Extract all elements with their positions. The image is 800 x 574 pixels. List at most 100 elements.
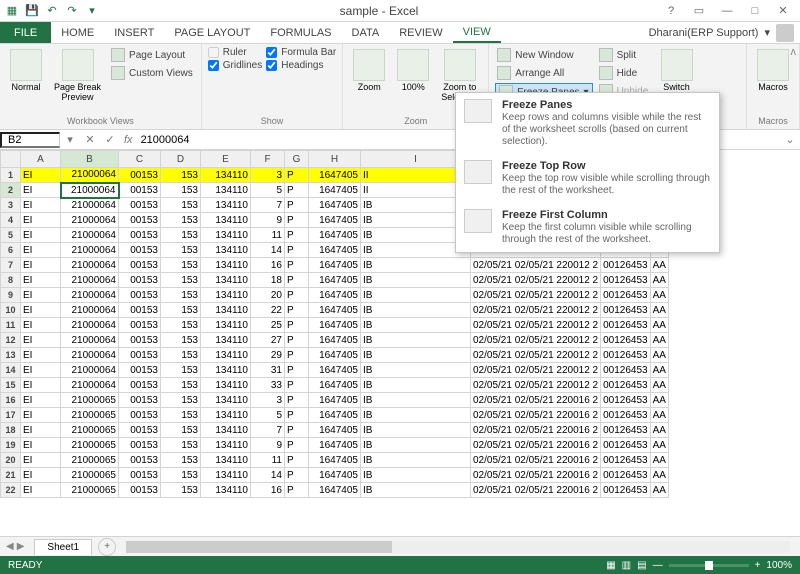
cell[interactable]: 02/05/21 02/05/21 220016 2 (471, 423, 601, 438)
cell[interactable]: 7 (251, 198, 285, 213)
arrange-all-button[interactable]: Arrange All (495, 65, 592, 81)
cell[interactable]: 153 (161, 348, 201, 363)
cell[interactable]: 21000065 (61, 483, 119, 498)
cell[interactable]: P (285, 288, 309, 303)
cell[interactable]: P (285, 348, 309, 363)
cell[interactable]: 153 (161, 423, 201, 438)
cell[interactable]: 153 (161, 393, 201, 408)
cell[interactable]: EI (21, 168, 61, 183)
cell[interactable]: AA (650, 438, 668, 453)
cell[interactable]: EI (21, 378, 61, 393)
cell[interactable]: 00153 (119, 318, 161, 333)
maximize-icon[interactable]: □ (742, 2, 768, 20)
cell[interactable]: 153 (161, 183, 201, 198)
new-window-button[interactable]: New Window (495, 47, 592, 63)
user-area[interactable]: Dharani(ERP Support) ▾ (649, 24, 800, 42)
freeze-first-column-item[interactable]: Freeze First ColumnKeep the first column… (456, 203, 719, 252)
cancel-icon[interactable]: ✕ (80, 133, 100, 146)
add-sheet-button[interactable]: + (98, 538, 116, 556)
cell[interactable]: EI (21, 258, 61, 273)
cell[interactable]: 134110 (201, 258, 251, 273)
cell[interactable]: 21000064 (61, 273, 119, 288)
cell[interactable]: 02/05/21 02/05/21 220012 2 (471, 273, 601, 288)
cell[interactable]: 14 (251, 243, 285, 258)
sheet-nav[interactable]: ◀▶ (0, 541, 30, 552)
row-header[interactable]: 3 (1, 198, 21, 213)
cell[interactable]: 02/05/21 02/05/21 220012 2 (471, 333, 601, 348)
cell[interactable]: 134110 (201, 483, 251, 498)
cell[interactable]: 153 (161, 453, 201, 468)
cell[interactable]: 21000065 (61, 453, 119, 468)
row-header[interactable]: 17 (1, 408, 21, 423)
cell[interactable]: IB (361, 228, 471, 243)
view-normal-icon[interactable]: ▦ (606, 560, 615, 571)
cell[interactable]: 1647405 (309, 363, 361, 378)
row-header[interactable]: 12 (1, 333, 21, 348)
cell[interactable]: 153 (161, 198, 201, 213)
cell[interactable]: IB (361, 243, 471, 258)
col-header[interactable]: A (21, 151, 61, 168)
row-header[interactable]: 2 (1, 183, 21, 198)
cell[interactable]: 134110 (201, 453, 251, 468)
cell[interactable]: 1647405 (309, 318, 361, 333)
cell[interactable]: 00153 (119, 438, 161, 453)
cell[interactable]: 00153 (119, 333, 161, 348)
cell[interactable]: EI (21, 348, 61, 363)
cell[interactable]: 02/05/21 02/05/21 220012 2 (471, 318, 601, 333)
close-icon[interactable]: ✕ (770, 2, 796, 20)
cell[interactable]: 1647405 (309, 438, 361, 453)
cell[interactable]: IB (361, 333, 471, 348)
cell[interactable]: 1647405 (309, 183, 361, 198)
cell[interactable]: IB (361, 393, 471, 408)
cell[interactable]: 18 (251, 273, 285, 288)
cell[interactable]: 1647405 (309, 228, 361, 243)
cell[interactable]: 1647405 (309, 273, 361, 288)
cell[interactable]: 153 (161, 483, 201, 498)
row-header[interactable]: 7 (1, 258, 21, 273)
cell[interactable]: EI (21, 303, 61, 318)
cell[interactable]: 00126453 (601, 273, 651, 288)
view-page-layout-icon[interactable]: ▥ (622, 560, 631, 571)
cell[interactable]: EI (21, 363, 61, 378)
col-header[interactable]: G (285, 151, 309, 168)
cell[interactable]: 02/05/21 02/05/21 220016 2 (471, 408, 601, 423)
cell[interactable]: 153 (161, 363, 201, 378)
cell[interactable]: 02/05/21 02/05/21 220016 2 (471, 453, 601, 468)
cell[interactable]: P (285, 303, 309, 318)
row-header[interactable]: 13 (1, 348, 21, 363)
cell[interactable]: P (285, 168, 309, 183)
cell[interactable]: 21000064 (61, 243, 119, 258)
cell[interactable]: 134110 (201, 378, 251, 393)
cell[interactable]: 00126453 (601, 423, 651, 438)
cell[interactable]: 21000064 (61, 348, 119, 363)
cell[interactable]: 00126453 (601, 318, 651, 333)
formula-bar-checkbox[interactable]: Formula Bar (266, 47, 336, 58)
cell[interactable]: EI (21, 408, 61, 423)
cell[interactable]: 25 (251, 318, 285, 333)
cell[interactable]: 153 (161, 468, 201, 483)
cell[interactable]: II (361, 168, 471, 183)
cell[interactable]: 00126453 (601, 333, 651, 348)
cell[interactable]: 27 (251, 333, 285, 348)
cell[interactable]: EI (21, 483, 61, 498)
cell[interactable]: 02/05/21 02/05/21 220012 2 (471, 378, 601, 393)
cell[interactable]: AA (650, 393, 668, 408)
cell[interactable]: P (285, 423, 309, 438)
cell[interactable]: P (285, 378, 309, 393)
cell[interactable]: IB (361, 363, 471, 378)
cell[interactable]: 5 (251, 183, 285, 198)
cell[interactable]: 134110 (201, 423, 251, 438)
cell[interactable]: 02/05/21 02/05/21 220016 2 (471, 438, 601, 453)
cell[interactable]: EI (21, 198, 61, 213)
cell[interactable]: 33 (251, 378, 285, 393)
row-header[interactable]: 5 (1, 228, 21, 243)
cell[interactable]: EI (21, 468, 61, 483)
cell[interactable]: 16 (251, 258, 285, 273)
redo-icon[interactable]: ↷ (64, 3, 80, 19)
row-header[interactable]: 8 (1, 273, 21, 288)
cell[interactable]: 21000064 (61, 183, 119, 198)
cell[interactable]: EI (21, 453, 61, 468)
cell[interactable]: 134110 (201, 288, 251, 303)
tab-formulas[interactable]: FORMULAS (260, 22, 341, 43)
cell[interactable]: 00153 (119, 453, 161, 468)
